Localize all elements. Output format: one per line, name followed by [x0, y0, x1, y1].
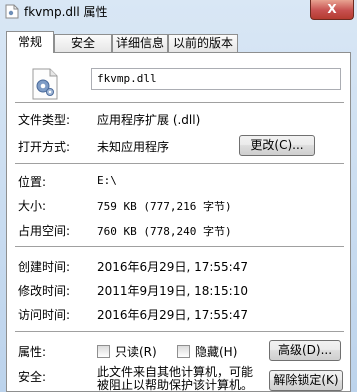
security-text-line-2: 被阻止以帮助保护该计算机。: [97, 378, 254, 392]
window-title: fkvmp.dll 属性: [24, 5, 108, 19]
unblock-button[interactable]: 解除锁定(K): [269, 370, 343, 391]
location-label: 位置:: [18, 175, 47, 189]
close-button[interactable]: X: [310, 0, 354, 20]
size-label: 大小:: [18, 199, 47, 213]
created-label: 创建时间:: [18, 260, 71, 274]
location-value: E:\: [97, 174, 117, 187]
advanced-button[interactable]: 高级(D)...: [269, 340, 341, 361]
security-label: 安全:: [18, 370, 47, 384]
hidden-checkbox[interactable]: 隐藏(H): [177, 343, 237, 360]
readonly-checkbox-box[interactable]: [97, 345, 110, 358]
readonly-checkbox[interactable]: 只读(R): [97, 343, 157, 360]
file-name-input[interactable]: fkvmp.dll: [91, 68, 341, 90]
modified-value: 2011年9月19日, 18:15:10: [97, 284, 248, 298]
hidden-label: 隐藏(H): [195, 345, 238, 359]
separator: [15, 163, 344, 165]
readonly-label: 只读(R): [115, 345, 157, 359]
separator: [15, 246, 344, 248]
opens-with-value: 未知应用程序: [97, 140, 170, 154]
opens-with-label: 打开方式:: [18, 140, 71, 154]
size-on-disk-label: 占用空间:: [18, 224, 71, 238]
hidden-checkbox-box[interactable]: [177, 345, 190, 358]
file-type-label: 文件类型:: [18, 113, 71, 127]
attributes-label: 属性:: [18, 345, 47, 359]
tab-details[interactable]: 详细信息: [112, 34, 168, 52]
tab-security[interactable]: 安全: [54, 34, 112, 52]
size-value: 759 KB (777,216 字节): [97, 200, 232, 213]
tab-previous-versions[interactable]: 以前的版本: [168, 34, 238, 52]
accessed-label: 访问时间:: [18, 308, 71, 322]
size-on-disk-value: 760 KB (778,240 字节): [97, 225, 232, 238]
security-message: 此文件来自其他计算机，可能 被阻止以帮助保护该计算机。: [97, 366, 253, 392]
separator: [15, 102, 344, 104]
general-panel: fkvmp.dll 文件类型: 应用程序扩展 (.dll) 打开方式: 未知应用…: [6, 52, 351, 392]
tab-general[interactable]: 常规: [6, 31, 54, 53]
separator: [15, 331, 344, 333]
file-icon-small: [5, 4, 19, 19]
dll-file-icon: [32, 68, 58, 100]
properties-window: fkvmp.dll 属性 X 常规 安全 详细信息 以前的版本 fkvmp.dl…: [0, 0, 357, 392]
modified-label: 修改时间:: [18, 284, 71, 298]
file-type-value: 应用程序扩展 (.dll): [97, 113, 201, 127]
change-button[interactable]: 更改(C)...: [239, 135, 315, 156]
accessed-value: 2016年6月29日, 17:55:47: [97, 308, 248, 322]
created-value: 2016年6月29日, 17:55:47: [97, 260, 248, 274]
